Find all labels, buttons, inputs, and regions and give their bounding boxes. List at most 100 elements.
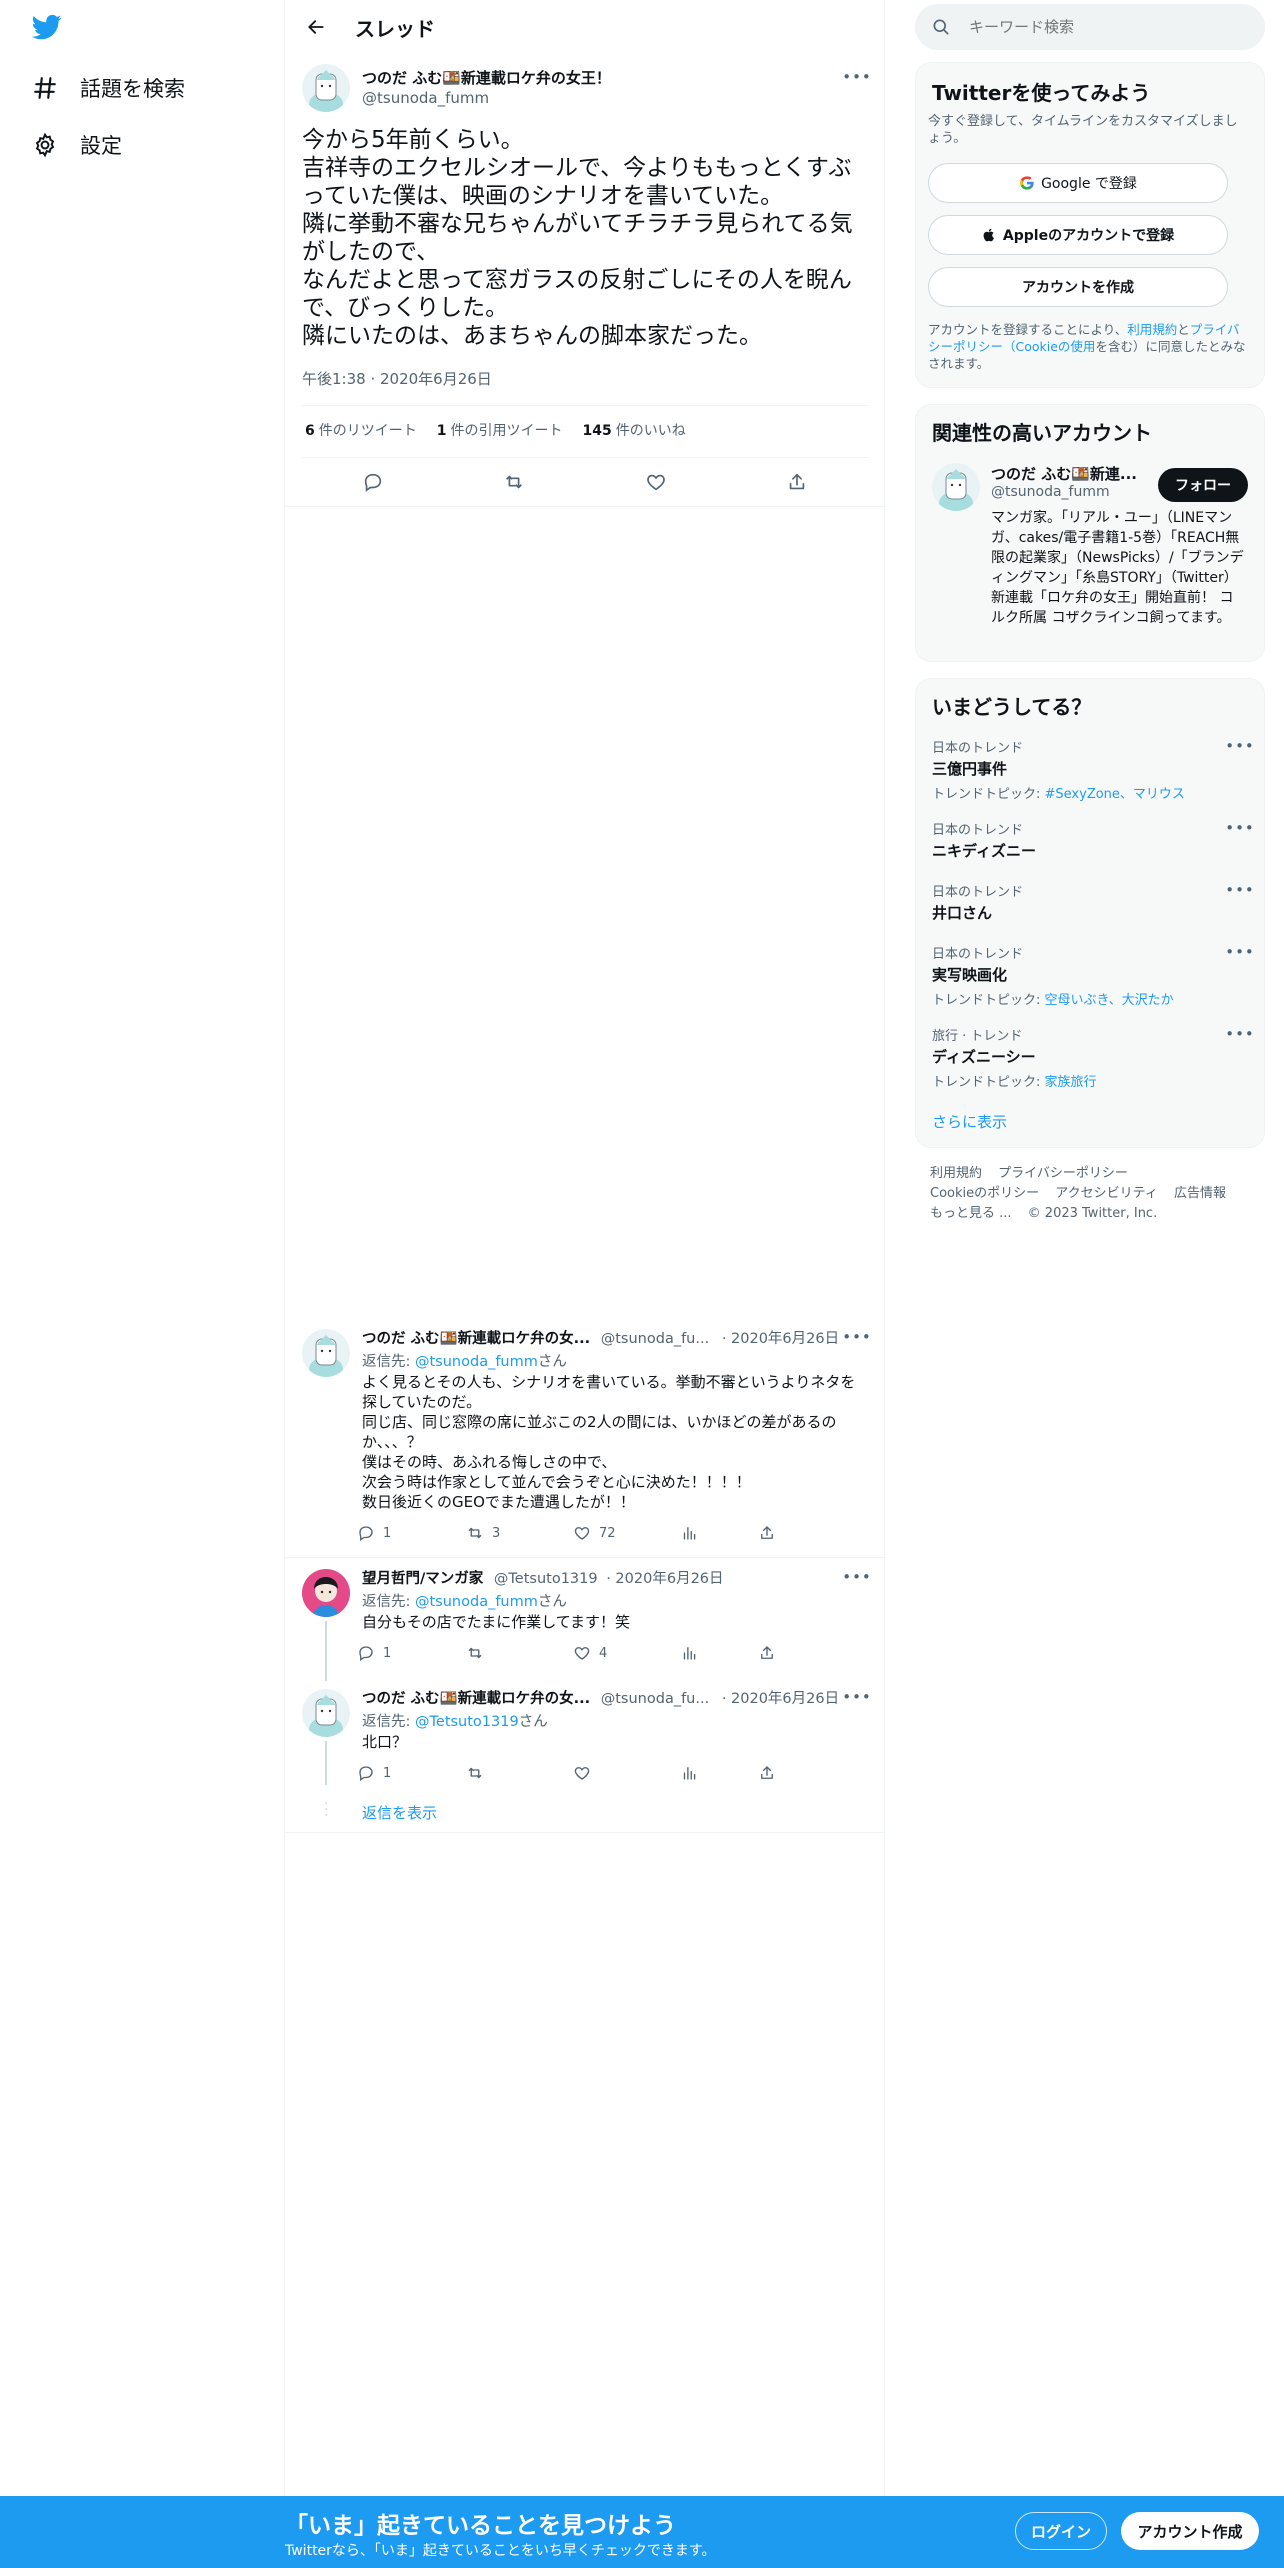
tweet-date[interactable]: · 2020年6月26日 bbox=[722, 1331, 839, 1347]
search-input[interactable] bbox=[969, 18, 1239, 36]
reply-button[interactable]: 1 bbox=[357, 1524, 466, 1542]
author-name[interactable]: つのだ ふむ🍱新連載ロケ弁の女王！ bbox=[362, 67, 611, 88]
tweet-text: 自分もその店でたまに作業してます！笑 bbox=[362, 1612, 862, 1632]
tweet-line: 数日後近くのGEOでまた遭遇したが！！ bbox=[362, 1493, 635, 1511]
footer-link[interactable]: 利用規約 bbox=[930, 1166, 982, 1181]
retweet-count[interactable]: 6 件のリツイート bbox=[305, 420, 417, 440]
trend-item[interactable]: 日本のトレンド 実写映画化 トレンドトピック: 空母いぶき、大沢たか ••• bbox=[932, 943, 1254, 1008]
retweet-button[interactable]: 3 bbox=[466, 1524, 573, 1542]
footer-link[interactable]: もっと見る ... bbox=[930, 1206, 1012, 1221]
tweet-timestamp[interactable]: 午後1:38 · 2020年6月26日 bbox=[302, 368, 492, 389]
author-handle[interactable]: @Tetsuto1319 bbox=[494, 1571, 598, 1587]
trend-name: 三億円事件 bbox=[932, 760, 1008, 778]
trend-name: 実写映画化 bbox=[932, 966, 1008, 984]
thread-dots: · · · bbox=[324, 1796, 329, 1824]
avatar[interactable] bbox=[932, 463, 980, 511]
retweet-button[interactable] bbox=[466, 1644, 573, 1662]
tweet-line: 今から5年前くらい。 bbox=[302, 127, 524, 153]
retweet-icon[interactable] bbox=[499, 467, 529, 497]
like-count[interactable]: 145 件のいいね bbox=[583, 420, 686, 440]
author-handle[interactable]: @tsunoda_fumm bbox=[362, 89, 489, 107]
nav-item-explore[interactable]: 話題を検索 bbox=[30, 68, 185, 108]
more-options-icon[interactable]: ••• bbox=[1225, 881, 1254, 899]
google-icon bbox=[1020, 176, 1034, 190]
more-options-icon[interactable]: ••• bbox=[1225, 819, 1254, 837]
account-name[interactable]: つのだ ふむ🍱新連... bbox=[991, 463, 1137, 484]
footer-link[interactable]: アクセシビリティ bbox=[1055, 1186, 1158, 1201]
more-options-icon[interactable]: ••• bbox=[1225, 1025, 1254, 1043]
signup-panel: Twitterを使ってみよう 今すぐ登録して、タイムラインをカスタマイズしましょ… bbox=[915, 62, 1265, 388]
reply-icon[interactable] bbox=[358, 467, 388, 497]
like-icon[interactable] bbox=[641, 467, 671, 497]
quote-count[interactable]: 1 件の引用ツイート bbox=[437, 420, 563, 440]
login-button[interactable]: ログイン bbox=[1015, 2512, 1107, 2550]
twitter-bird-icon[interactable] bbox=[30, 12, 68, 46]
author-name[interactable]: つのだ ふむ🍱新連載ロケ弁の女... bbox=[362, 1331, 590, 1347]
trend-item[interactable]: 日本のトレンド ニキディズニー ••• bbox=[932, 819, 1254, 861]
footer-link[interactable]: 広告情報 bbox=[1174, 1186, 1226, 1201]
reply-button[interactable]: 1 bbox=[357, 1644, 466, 1662]
author-name[interactable]: つのだ ふむ🍱新連載ロケ弁の女... bbox=[362, 1691, 590, 1707]
trend-item[interactable]: 日本のトレンド 三億円事件 トレンドトピック: #SexyZone、マリウス •… bbox=[932, 737, 1254, 802]
reply-tweet[interactable]: 望月哲門/マンガ家 @Tetsuto1319 · 2020年6月26日 ••• … bbox=[285, 1567, 885, 1681]
tweet-date[interactable]: · 2020年6月26日 bbox=[606, 1571, 723, 1587]
copyright: © 2023 Twitter, Inc. bbox=[1027, 1206, 1158, 1221]
account-handle[interactable]: @tsunoda_fumm bbox=[991, 484, 1110, 500]
tweet-date[interactable]: · 2020年6月26日 bbox=[722, 1691, 839, 1707]
mention-link[interactable]: @Tetsuto1319 bbox=[415, 1714, 519, 1730]
author-name[interactable]: 望月哲門/マンガ家 bbox=[362, 1571, 483, 1587]
avatar[interactable] bbox=[302, 1689, 350, 1737]
trend-name: 井口さん bbox=[932, 904, 993, 922]
author-handle[interactable]: @tsunoda_fu... bbox=[601, 1331, 709, 1347]
nav-item-settings[interactable]: 設定 bbox=[30, 125, 122, 165]
like-button[interactable] bbox=[573, 1764, 680, 1782]
apple-signup-button[interactable]: Appleのアカウントで登録 bbox=[928, 215, 1228, 255]
more-options-icon[interactable]: ••• bbox=[1225, 737, 1254, 755]
tweet-text: 北口？ bbox=[362, 1732, 862, 1752]
related-accounts-panel: 関連性の高いアカウント つのだ ふむ🍱新連... @tsunoda_fumm フ… bbox=[915, 404, 1265, 662]
share-icon[interactable] bbox=[758, 1644, 776, 1662]
reply-button[interactable]: 1 bbox=[357, 1764, 466, 1782]
trend-item[interactable]: 旅行 · トレンド ディズニーシー トレンドトピック: 家族旅行 ••• bbox=[932, 1025, 1254, 1090]
author-handle[interactable]: @tsunoda_fu... bbox=[601, 1691, 709, 1707]
thread-header: スレッド bbox=[285, 0, 885, 54]
more-options-icon[interactable]: ••• bbox=[1225, 943, 1254, 961]
share-icon[interactable] bbox=[758, 1764, 776, 1782]
more-options-icon[interactable]: ••• bbox=[842, 1328, 871, 1346]
more-options-icon[interactable]: ••• bbox=[842, 68, 871, 86]
mention-link[interactable]: @tsunoda_fumm bbox=[415, 1354, 538, 1370]
signup-button[interactable]: アカウント作成 bbox=[1121, 2512, 1259, 2550]
reply-context: 返信先: @Tetsuto1319さん bbox=[362, 1714, 548, 1730]
more-options-icon[interactable]: ••• bbox=[842, 1568, 871, 1586]
like-button[interactable]: 4 bbox=[573, 1644, 680, 1662]
avatar[interactable] bbox=[302, 1569, 350, 1617]
footer-link[interactable]: Cookieのポリシー bbox=[930, 1186, 1039, 1201]
tweet-line: 隣に挙動不審な兄ちゃんがいてチラチラ見られてる気がしたので、 bbox=[302, 211, 853, 265]
reply-tweet[interactable]: つのだ ふむ🍱新連載ロケ弁の女... @tsunoda_fu... · 2020… bbox=[285, 1327, 885, 1557]
trend-item[interactable]: 日本のトレンド 井口さん ••• bbox=[932, 881, 1254, 923]
google-signup-button[interactable]: Google で登録 bbox=[928, 163, 1228, 203]
avatar[interactable] bbox=[302, 1329, 350, 1377]
more-options-icon[interactable]: ••• bbox=[842, 1688, 871, 1706]
mention-link[interactable]: @tsunoda_fumm bbox=[415, 1594, 538, 1610]
follow-button[interactable]: フォロー bbox=[1158, 468, 1248, 502]
login-prompt-bar: 「いま」起きていることを見つけよう Twitterなら、「いま」起きていることを… bbox=[0, 2496, 1284, 2568]
show-replies-link[interactable]: 返信を表示 bbox=[362, 1802, 437, 1823]
share-icon[interactable] bbox=[782, 467, 812, 497]
share-icon[interactable] bbox=[758, 1524, 776, 1542]
reply-tweet[interactable]: · · · つのだ ふむ🍱新連載ロケ弁の女... @tsunoda_fu... · … bbox=[285, 1687, 885, 1837]
show-more-link[interactable]: さらに表示 bbox=[932, 1111, 1007, 1132]
footer-link[interactable]: プライバシーポリシー bbox=[998, 1166, 1128, 1181]
views-icon[interactable] bbox=[680, 1524, 758, 1542]
tweet-actions: 1 3 72 bbox=[357, 1524, 776, 1542]
terms-link[interactable]: 利用規約 bbox=[1127, 322, 1177, 337]
search-bar[interactable] bbox=[915, 4, 1265, 50]
avatar[interactable] bbox=[302, 64, 350, 112]
views-icon[interactable] bbox=[680, 1644, 758, 1662]
views-icon[interactable] bbox=[680, 1764, 758, 1782]
retweet-button[interactable] bbox=[466, 1764, 573, 1782]
arrow-left-icon[interactable] bbox=[299, 10, 333, 44]
create-account-button[interactable]: アカウントを作成 bbox=[928, 267, 1228, 307]
tweet-line: 僕はその時、あふれる悔しさの中で、 bbox=[362, 1453, 617, 1471]
like-button[interactable]: 72 bbox=[573, 1524, 680, 1542]
